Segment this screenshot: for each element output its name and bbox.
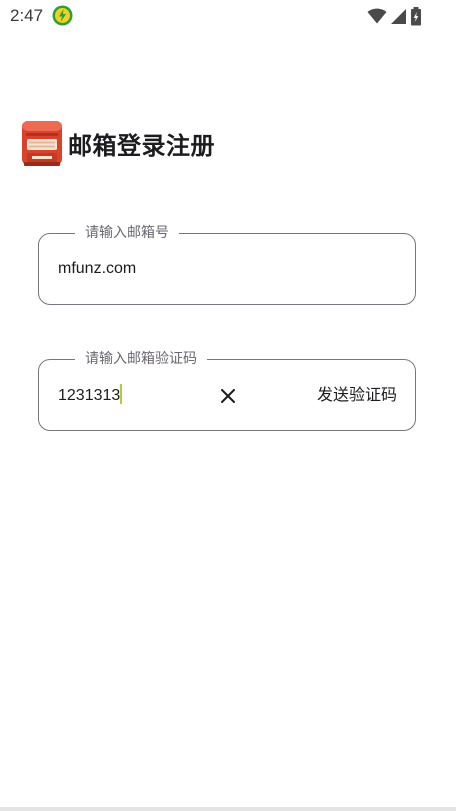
email-field[interactable]: 请输入邮箱号 mfunz.com [38,223,416,305]
verification-code-field[interactable]: 请输入邮箱验证码 1231313 发送验证码 [38,349,416,431]
verification-code-value: 1231313 [58,387,121,404]
verification-code-input[interactable]: 1231313 [58,384,123,407]
lightning-app-icon [52,5,73,26]
bottom-edge [0,807,456,811]
status-time: 2:47 [10,6,44,25]
verification-code-label: 请输入邮箱验证码 [75,349,207,369]
send-code-button[interactable]: 发送验证码 [317,384,397,406]
status-icons [367,6,422,26]
clear-code-button[interactable] [217,385,239,407]
battery-icon [411,6,421,25]
header: 邮箱登录注册 [20,118,215,168]
status-bar: 2:47 [0,0,456,32]
wifi-icon [367,8,387,24]
text-cursor [120,384,123,404]
close-icon [221,389,235,403]
email-field-label: 请输入邮箱号 [75,223,179,243]
email-input[interactable]: mfunz.com [58,258,136,280]
page-title: 邮箱登录注册 [68,131,215,160]
cellular-signal-icon [391,8,406,24]
mailbox-icon [22,121,62,166]
